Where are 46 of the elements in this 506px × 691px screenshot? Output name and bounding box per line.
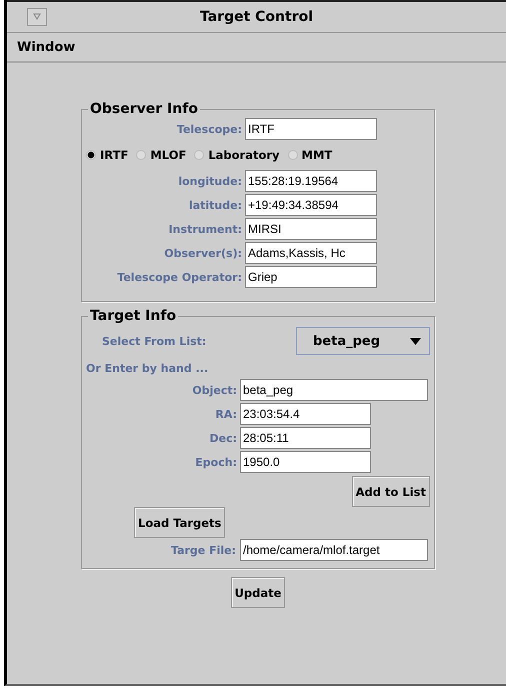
dropdown-arrow-icon: [410, 338, 421, 344]
field-label: Telescope:: [176, 122, 243, 136]
radio-icon[interactable]: [194, 150, 204, 160]
telescope-field[interactable]: IRTF: [245, 118, 377, 140]
field-label: Epoch:: [194, 456, 238, 468]
radio-option[interactable]: IRTF: [86, 148, 128, 162]
load-targets-button[interactable]: Load Targets: [134, 507, 226, 538]
add-to-list-button[interactable]: Add to List: [352, 476, 430, 507]
radio-label: MLOF: [150, 148, 186, 162]
window-menu-icon[interactable]: [27, 8, 47, 26]
field-label: Telescope Operator:: [116, 270, 243, 284]
object-field[interactable]: beta_peg: [240, 379, 428, 401]
field-label: RA:: [214, 408, 238, 420]
menu-item[interactable]: Window: [17, 40, 76, 54]
input-field[interactable]: 23:03:54.4: [240, 403, 371, 425]
input-field[interactable]: 155:28:19.19564: [245, 170, 377, 192]
field-label: Observer(s):: [163, 246, 243, 260]
field-label: Dec:: [208, 432, 238, 444]
radio-option[interactable]: MMT: [288, 148, 332, 162]
field-label: latitude:: [188, 198, 243, 212]
window-title: Target Control: [198, 9, 314, 25]
radio-label: IRTF: [100, 148, 128, 162]
input-field[interactable]: 1950.0: [240, 451, 371, 473]
input-field[interactable]: 28:05:11: [240, 427, 371, 449]
field-label: longitude:: [177, 174, 243, 188]
radio-icon[interactable]: [136, 150, 146, 160]
input-field[interactable]: +19:49:34.38594: [245, 194, 377, 216]
field-label: Instrument:: [168, 222, 243, 236]
field-label: Object:: [191, 384, 238, 396]
target-dropdown[interactable]: beta_peg: [296, 327, 430, 355]
update-button[interactable]: Update: [230, 577, 286, 608]
input-field[interactable]: Adams,Kassis, Hc: [245, 242, 377, 264]
field-label: Select From List:: [102, 334, 206, 348]
input-field[interactable]: MIRSI: [245, 218, 377, 240]
input-field[interactable]: Griep: [245, 266, 377, 288]
radio-icon[interactable]: [288, 150, 298, 160]
hint-label: Or Enter by hand ...: [85, 360, 210, 376]
radio-label: Laboratory: [208, 148, 280, 162]
radio-option[interactable]: Laboratory: [194, 148, 280, 162]
radio-icon[interactable]: [86, 150, 96, 160]
panel-title: Observer Info: [89, 101, 199, 117]
target-file-field[interactable]: /home/camera/mlof.target: [240, 539, 428, 561]
radio-label: MMT: [302, 148, 332, 162]
radio-option[interactable]: MLOF: [136, 148, 186, 162]
field-label: Targe File:: [170, 544, 237, 556]
panel-title: Target Info: [89, 308, 178, 324]
